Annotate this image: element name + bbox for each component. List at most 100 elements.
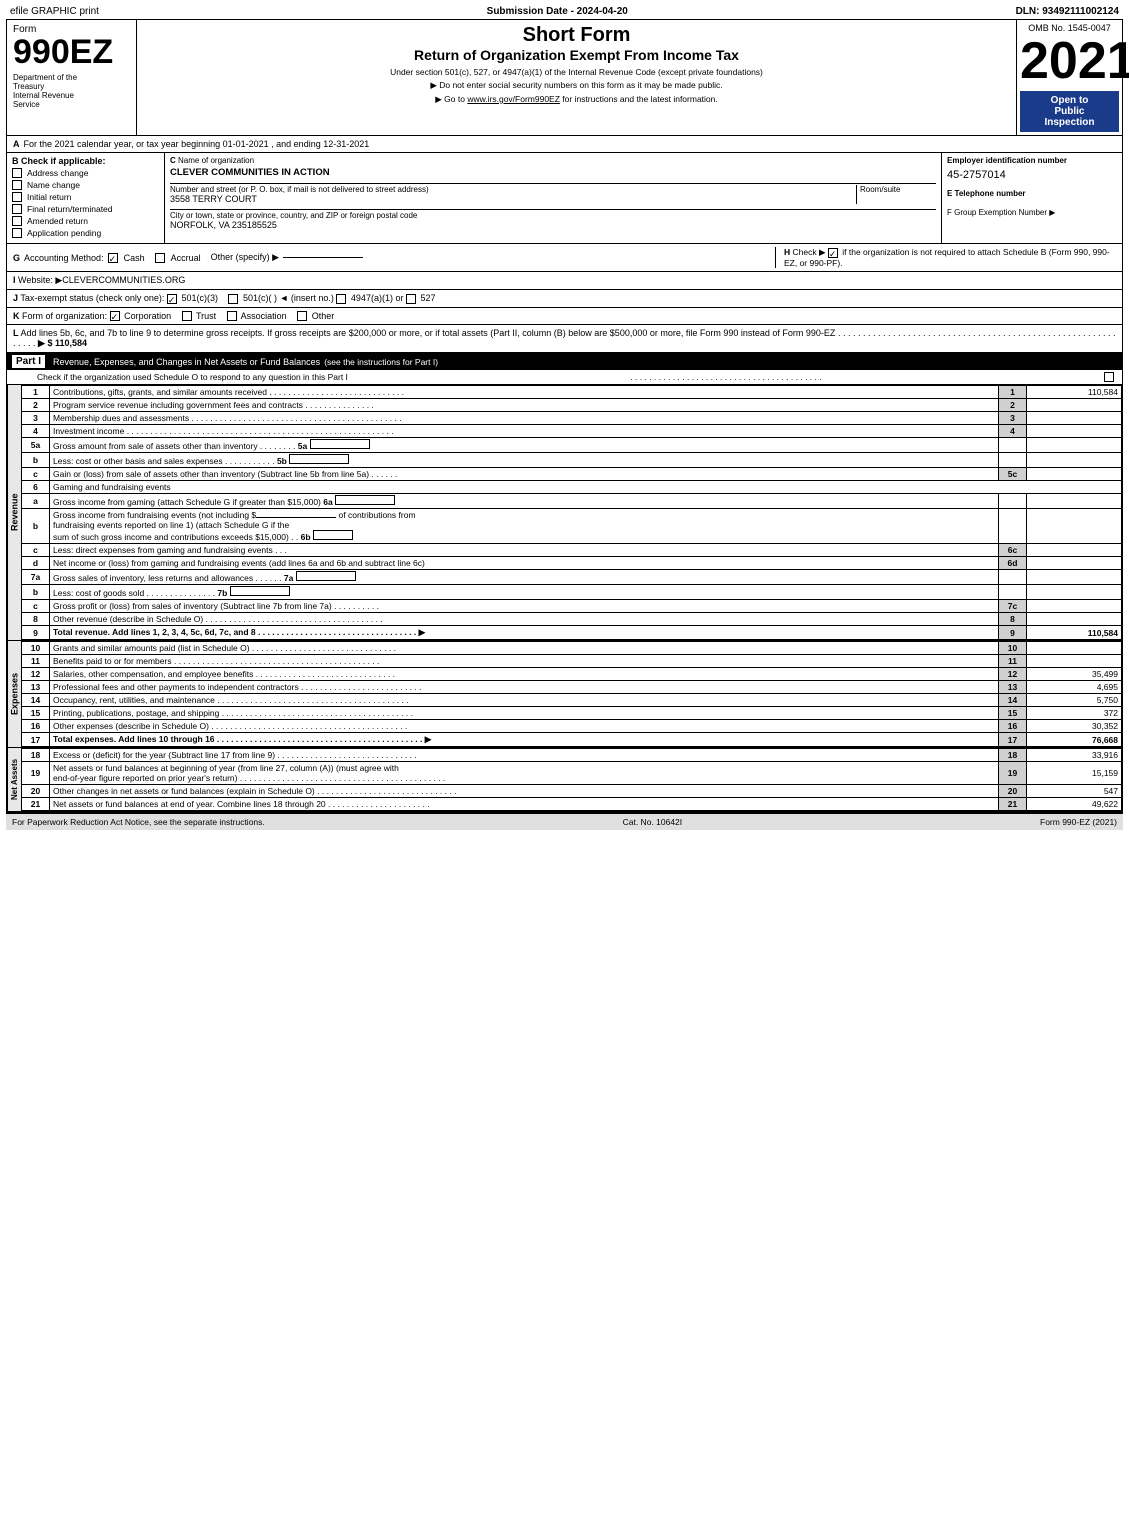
row-line-num: 20 [999,785,1027,798]
f-label: F Group Exemption Number ▶ [947,208,1117,217]
table-row: c Gain or (loss) from sale of assets oth… [22,468,1122,481]
j-row: J Tax-exempt status (check only one): 50… [6,290,1123,308]
row-value [1027,438,1122,453]
application-checkbox[interactable] [12,228,22,238]
table-row: 12 Salaries, other compensation, and emp… [22,668,1122,681]
city-row: City or town, state or province, country… [170,209,936,230]
bcd-section: B Check if applicable: Address change Na… [6,153,1123,244]
j-527-label: 527 [420,293,435,303]
row-num: 20 [22,785,50,798]
row-line-num: 18 [999,749,1027,762]
expenses-section: Expenses 10 Grants and similar amounts p… [6,641,1123,748]
goto-rest: for instructions and the latest informat… [562,94,717,104]
row-value [1027,425,1122,438]
table-row: 18 Excess or (deficit) for the year (Sub… [22,749,1122,762]
application-label: Application pending [27,228,101,238]
open-to-text: Open to [1022,95,1117,106]
c-title: Name of organization [178,156,254,165]
row-num: 1 [22,386,50,399]
k-text: Form of organization: [22,311,110,321]
row-num: a [22,494,50,509]
j-501c-checkbox[interactable] [228,294,238,304]
row-num: 16 [22,720,50,733]
row-value: 15,159 [1027,762,1122,785]
row-desc: Other revenue (describe in Schedule O) .… [50,613,999,626]
h-part: H Check ▶ if the organization is not req… [776,247,1116,268]
row-value: 372 [1027,707,1122,720]
amended-checkbox[interactable] [12,216,22,226]
k-corp-checkbox[interactable] [110,311,120,321]
cash-checkbox[interactable] [108,253,118,263]
top-bar: efile GRAPHIC print Submission Date - 20… [6,4,1123,20]
other-field[interactable] [283,257,363,258]
row-line-num: 5c [999,468,1027,481]
initial-checkbox[interactable] [12,192,22,202]
row-desc: Excess or (deficit) for the year (Subtra… [50,749,999,762]
k-other-checkbox[interactable] [297,311,307,321]
part1-see-instructions: (see the instructions for Part I) [324,357,438,367]
j-501c3-checkbox[interactable] [167,294,177,304]
row-line-num: 6c [999,544,1027,557]
name-label: Name change [27,180,80,190]
address-checkbox[interactable] [12,168,22,178]
row-desc: Benefits paid to or for members . . . . … [50,655,999,668]
gh-section: G Accounting Method: Cash Accrual Other … [6,244,1123,272]
section-a: A For the 2021 calendar year, or tax yea… [6,136,1123,153]
l-arrow-value: ▶ $ 110,584 [38,338,87,348]
row-num: b [22,509,50,544]
j-4947-checkbox[interactable] [336,294,346,304]
final-checkbox[interactable] [12,204,22,214]
form-title-section: Short Form Return of Organization Exempt… [137,20,1017,135]
j-527-checkbox[interactable] [406,294,416,304]
under-section: Under section 501(c), 527, or 4947(a)(1)… [145,67,1008,77]
checkbox-name: Name change [12,180,159,190]
row-line-num: 8 [999,613,1027,626]
year-number: 2021 [1020,35,1119,87]
footer-paperwork: For Paperwork Reduction Act Notice, see … [12,817,265,827]
l-label: L [13,328,19,338]
footer-form-ref: Form 990-EZ (2021) [1040,817,1117,827]
dept-treasury: Department of the Treasury Internal Reve… [13,73,130,109]
j-insert: ) ◄ (insert no.) [274,293,336,303]
j-501c-label: 501(c)( [243,293,274,303]
initial-label: Initial return [27,192,71,202]
return-title: Return of Organization Exempt From Incom… [145,47,1008,63]
row-line-num: 19 [999,762,1027,785]
goto-text: ▶ Go to [435,94,465,104]
k-trust-checkbox[interactable] [182,311,192,321]
g-label: G [13,253,20,263]
netassets-table: 18 Excess or (deficit) for the year (Sub… [21,748,1122,811]
row-num: 6 [22,481,50,494]
table-row: 9 Total revenue. Add lines 1, 2, 3, 4, 5… [22,626,1122,640]
row-desc: Gross income from fundraising events (no… [50,509,999,544]
row-line-num: 1 [999,386,1027,399]
address-label: Address change [27,168,88,178]
section-a-text: For the 2021 calendar year, or tax year … [24,139,370,149]
section-a-label: A [13,139,20,149]
part1-header: Part I Revenue, Expenses, and Changes in… [6,353,1123,370]
accrual-checkbox[interactable] [155,253,165,263]
table-row: c Gross profit or (loss) from sales of i… [22,600,1122,613]
row-value [1027,412,1122,425]
row-desc: Printing, publications, postage, and shi… [50,707,999,720]
h-checkbox[interactable] [828,248,838,258]
form-number: 990EZ [13,35,130,69]
k-corp-label: Corporation [124,311,174,321]
row-line-num [999,570,1027,585]
table-row: 15 Printing, publications, postage, and … [22,707,1122,720]
row-line-num: 2 [999,399,1027,412]
footer: For Paperwork Reduction Act Notice, see … [6,812,1123,830]
g-part: G Accounting Method: Cash Accrual Other … [13,247,776,268]
row-num: 8 [22,613,50,626]
row-num: 2 [22,399,50,412]
schedule-o-checkbox[interactable] [1104,372,1114,382]
goto-row: ▶ Go to www.irs.gov/Form990EZ for instru… [145,94,1008,105]
k-assoc-checkbox[interactable] [227,311,237,321]
name-checkbox[interactable] [12,180,22,190]
row-value: 110,584 [1027,386,1122,399]
org-name: CLEVER COMMUNITIES IN ACTION [170,167,936,178]
l-row: L Add lines 5b, 6c, and 7b to line 9 to … [6,325,1123,353]
row-line-num: 21 [999,798,1027,811]
dept2: Treasury [13,82,130,91]
row-desc: Contributions, gifts, grants, and simila… [50,386,999,399]
